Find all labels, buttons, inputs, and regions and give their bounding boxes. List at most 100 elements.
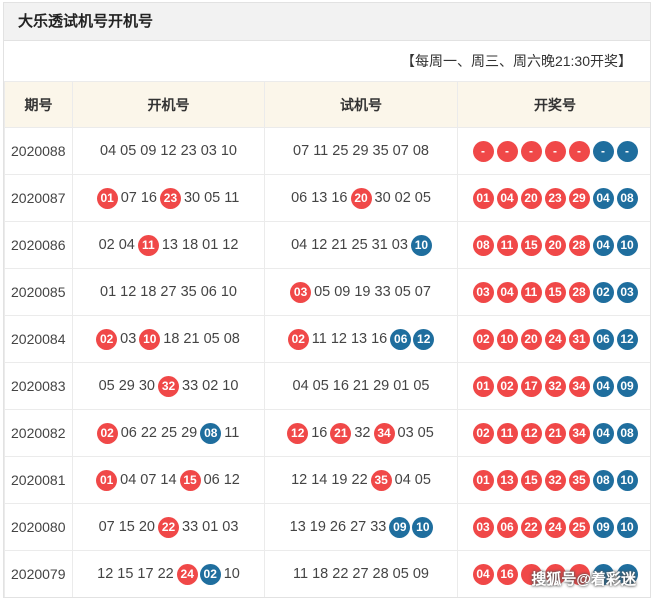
red-ball: 24 bbox=[544, 516, 566, 538]
number: 05 bbox=[120, 143, 137, 159]
blue-ball: - bbox=[616, 140, 638, 162]
number: 28 bbox=[372, 566, 389, 582]
red-ball: - bbox=[496, 140, 518, 162]
number: 06 bbox=[120, 424, 137, 441]
number: 10 bbox=[220, 284, 237, 300]
number: 11 bbox=[311, 330, 327, 347]
number: 30 bbox=[138, 377, 155, 394]
result-numbers: 03 04 11 15 28 02 03 bbox=[457, 268, 650, 316]
blue-ball: 04 bbox=[592, 187, 614, 209]
number: 04 bbox=[394, 471, 411, 488]
red-ball: 24 bbox=[544, 328, 566, 350]
red-ball: 03 bbox=[472, 516, 494, 538]
number: 03 bbox=[222, 518, 239, 535]
issue-number: 2020085 bbox=[4, 268, 73, 316]
number: 10 bbox=[220, 143, 237, 159]
red-ball: 16 bbox=[496, 563, 518, 585]
shiji-numbers: 03 05 09 19 33 05 07 bbox=[264, 268, 458, 316]
number: 10 bbox=[223, 565, 240, 582]
blue-ball: 10 bbox=[616, 469, 638, 491]
number: 33 bbox=[182, 518, 199, 535]
kaiji-numbers: 04 05 09 12 23 03 10 bbox=[72, 127, 265, 175]
shiji-numbers: 12 14 19 22 35 04 05 bbox=[264, 456, 458, 504]
number: 18 bbox=[312, 566, 329, 582]
number: 09 bbox=[412, 566, 429, 582]
red-ball: 20 bbox=[520, 328, 542, 350]
shiji-numbers: 02 11 12 13 16 06 12 bbox=[264, 315, 458, 363]
issue-number: 2020080 bbox=[4, 503, 73, 551]
red-ball: 10 bbox=[496, 328, 518, 350]
number: 13 bbox=[311, 189, 328, 206]
shiji-numbers: 04 05 16 21 29 01 05 bbox=[264, 362, 458, 410]
number: 07 bbox=[414, 283, 431, 300]
number: 16 bbox=[311, 424, 328, 441]
number: 05 bbox=[392, 566, 409, 582]
number: 07 bbox=[293, 143, 310, 159]
number: 16 bbox=[331, 189, 348, 206]
red-ball: 02 bbox=[96, 422, 118, 444]
number: 04 bbox=[120, 471, 137, 488]
kaiji-numbers: 05 29 30 32 33 02 10 bbox=[72, 362, 265, 410]
number: 12 bbox=[291, 471, 308, 488]
shiji-numbers: 06 13 16 20 30 02 05 bbox=[264, 174, 458, 222]
red-ball: 28 bbox=[568, 281, 590, 303]
number: 12 bbox=[160, 143, 177, 159]
result-numbers: 01 13 15 32 35 08 10 bbox=[457, 456, 650, 504]
watermark: 搜狐号@着彩迷 bbox=[531, 571, 636, 588]
red-ball: 32 bbox=[544, 469, 566, 491]
red-ball: 10 bbox=[139, 328, 161, 350]
table-row: 2020081 01 04 07 14 15 06 12 12 14 19 22 35 04 05 01 13 1… bbox=[4, 456, 650, 504]
blue-ball: 02 bbox=[592, 281, 614, 303]
draw-schedule-note: 【每周一、周三、周六晚21:30开奖】 bbox=[400, 53, 632, 69]
number: 27 bbox=[350, 518, 367, 535]
number: 12 bbox=[222, 236, 239, 253]
draw-table: 期号 开机号 试机号 开奖号 2020088 04 05 09 12 23 03 10 07 11… bbox=[4, 81, 650, 597]
number: 05 bbox=[314, 283, 331, 300]
red-ball: 29 bbox=[568, 187, 590, 209]
table-row: 2020086 02 04 11 13 18 01 12 04 12 21 25 31 03 10 08 11 1… bbox=[4, 221, 650, 269]
red-ball: - bbox=[472, 140, 494, 162]
blue-ball: 08 bbox=[592, 469, 614, 491]
number: 06 bbox=[291, 189, 308, 206]
number: 05 bbox=[203, 330, 220, 347]
number: 33 bbox=[370, 518, 387, 535]
blue-ball: 12 bbox=[616, 328, 638, 350]
red-ball: 01 bbox=[96, 469, 118, 491]
red-ball: 35 bbox=[370, 469, 392, 491]
red-ball: 17 bbox=[520, 375, 542, 397]
number: 33 bbox=[374, 283, 391, 300]
blue-ball: 08 bbox=[200, 422, 222, 444]
number: 04 bbox=[100, 143, 117, 159]
number: 22 bbox=[157, 565, 174, 582]
number: 02 bbox=[394, 189, 411, 206]
table-row: 2020087 01 07 16 23 30 05 11 06 13 16 20 30 02 05 01 04 2… bbox=[4, 174, 650, 222]
red-ball: 31 bbox=[568, 328, 590, 350]
red-ball: 12 bbox=[287, 422, 309, 444]
result-numbers: 03 06 22 24 25 09 10 bbox=[457, 503, 650, 551]
red-ball: 01 bbox=[472, 375, 494, 397]
number: 08 bbox=[412, 143, 429, 159]
number: 04 bbox=[118, 236, 135, 253]
number: 08 bbox=[223, 330, 240, 347]
number: 11 bbox=[224, 189, 240, 206]
number: 30 bbox=[374, 189, 391, 206]
shiji-numbers: 12 16 21 32 34 03 05 bbox=[264, 409, 458, 457]
number: 20 bbox=[138, 518, 155, 535]
number: 12 bbox=[97, 565, 114, 582]
red-ball: 03 bbox=[290, 281, 312, 303]
red-ball: 02 bbox=[472, 422, 494, 444]
blue-ball: 02 bbox=[199, 563, 221, 585]
red-ball: 32 bbox=[544, 375, 566, 397]
blue-ball: 10 bbox=[616, 516, 638, 538]
number: 26 bbox=[329, 518, 347, 535]
red-ball: 15 bbox=[520, 469, 542, 491]
number: 01 bbox=[100, 284, 117, 300]
red-ball: 28 bbox=[568, 234, 590, 256]
number: 14 bbox=[311, 471, 328, 488]
blue-ball: - bbox=[592, 140, 614, 162]
number: 29 bbox=[181, 424, 198, 441]
red-ball: 11 bbox=[496, 422, 518, 444]
blue-ball: 12 bbox=[413, 328, 435, 350]
number: 19 bbox=[331, 471, 348, 488]
number: 06 bbox=[200, 284, 217, 300]
